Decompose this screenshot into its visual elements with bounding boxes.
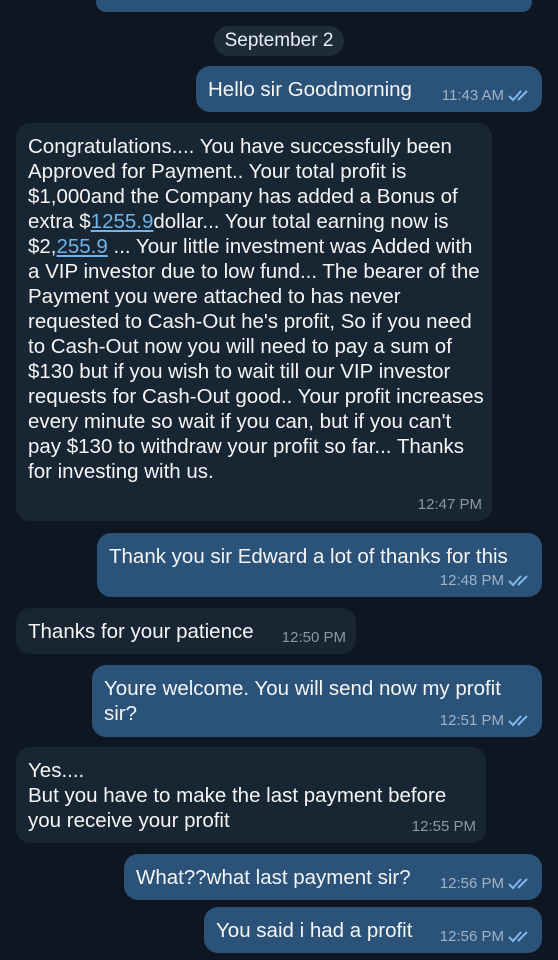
message-time: 12:47 PM [417,496,482,513]
message-meta: 11:43 AM [442,83,532,108]
message-bubble-incoming[interactable]: Thanks for your patience 12:50 PM [16,608,356,654]
message-text: You said i had a profit [216,919,413,942]
message-bubble-outgoing[interactable]: Thank you sir Edward a lot of thanks for… [97,533,542,597]
message-bubble-incoming[interactable]: Yes.... But you have to make the last pa… [16,747,486,843]
double-check-icon [508,930,528,942]
message-text: Thank you sir Edward a lot of thanks for… [109,545,508,568]
amount-link[interactable]: 1255.9 [91,210,154,233]
message-text: Hello sir Goodmorning [208,78,412,101]
message-text: Congratulations.... You have successfull… [28,135,484,483]
message-time: 12:50 PM [281,629,346,646]
message-bubble-incoming[interactable]: Congratulations.... You have successfull… [16,123,492,521]
double-check-icon [508,89,528,101]
message-bubble-outgoing[interactable]: Youre welcome. You will send now my prof… [92,665,542,737]
message-meta: 12:48 PM [440,568,532,593]
date-separator: September 2 [214,26,344,56]
message-line: Yes.... [28,759,85,782]
message-bubble-outgoing[interactable]: Hello sir Goodmorning 11:43 AM [196,66,542,112]
message-text: Thanks for your patience [28,620,254,643]
message-time: 12:56 PM [439,875,504,892]
message-time: 12:56 PM [439,928,504,945]
message-meta: 12:51 PM [440,708,532,733]
previous-message-bubble[interactable] [96,0,532,12]
message-time: 12:51 PM [439,712,504,729]
double-check-icon [508,877,528,889]
double-check-icon [508,574,528,586]
message-time: 12:48 PM [439,572,504,589]
amount-link[interactable]: 255.9 [57,235,108,258]
message-meta: 12:56 PM [440,924,532,949]
message-text: What??what last payment sir? [136,866,411,889]
message-time: 11:43 AM [441,87,504,104]
message-line: But you have to make the last payment be… [28,784,447,832]
double-check-icon [508,714,528,726]
message-meta: 12:56 PM [440,871,532,896]
message-time: 12:55 PM [411,818,476,835]
message-bubble-outgoing[interactable]: You said i had a profit 12:56 PM [204,907,542,953]
message-text: Yes.... But you have to make the last pa… [28,758,474,833]
message-bubble-outgoing[interactable]: What??what last payment sir? 12:56 PM [124,854,542,900]
